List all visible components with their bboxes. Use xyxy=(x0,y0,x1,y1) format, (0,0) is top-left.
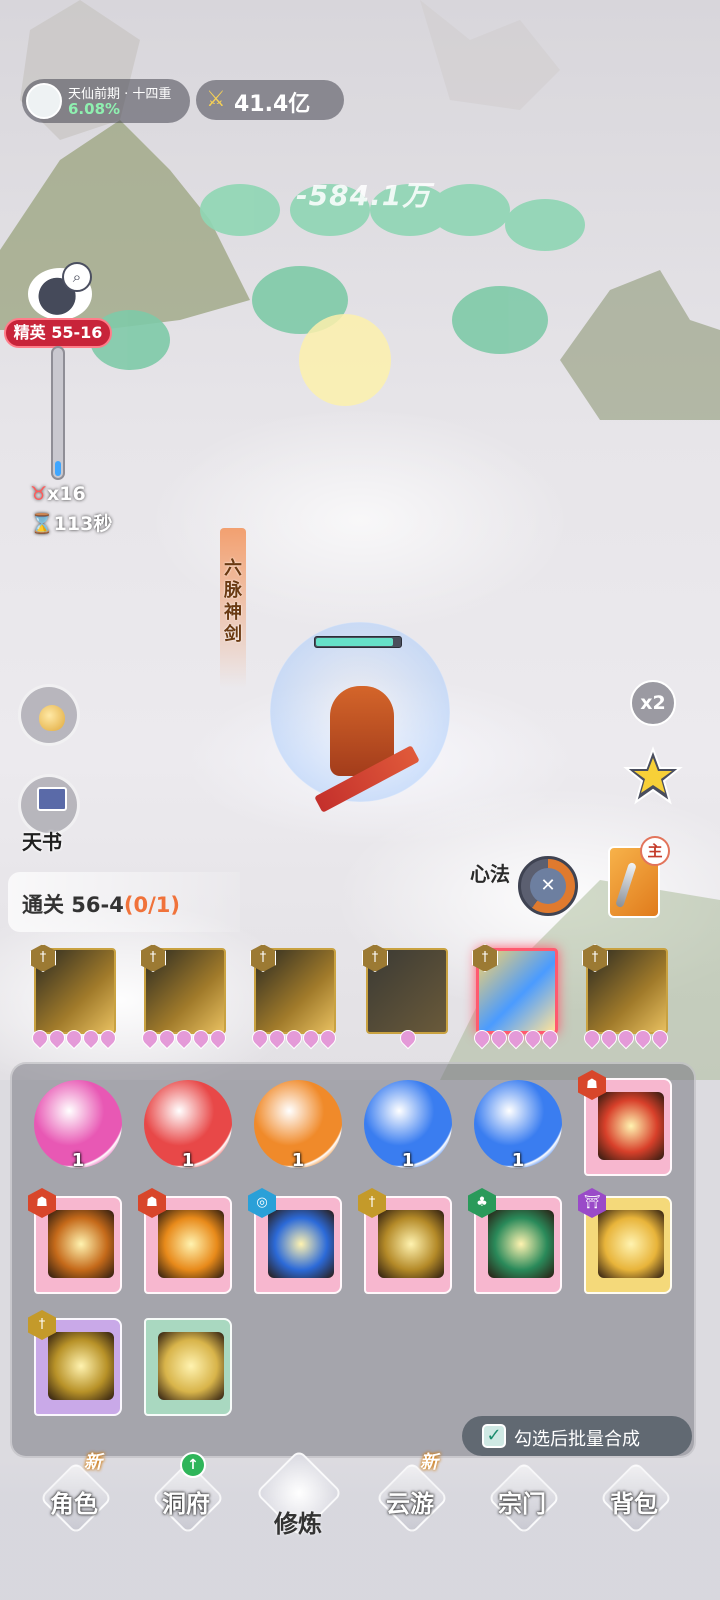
skill-banner-text: 六脉神剑 xyxy=(224,558,242,645)
skill-book-item[interactable]: † xyxy=(358,1188,452,1294)
skill-book-item[interactable] xyxy=(144,1318,232,1416)
damage-number: -584.1万 xyxy=(296,179,432,212)
crossed-swords-icon: ⚔ xyxy=(206,87,226,112)
skill-gems xyxy=(470,1026,562,1050)
new-badge: 新 xyxy=(84,1452,102,1473)
realm-percent: 6.08% xyxy=(68,100,121,118)
skill-book-art xyxy=(378,1210,444,1278)
stage-clear-label: 通关 56-4 xyxy=(22,893,124,917)
nav-item-3[interactable]: 云游 新 xyxy=(360,1452,460,1562)
skill-book-art xyxy=(268,1210,334,1278)
skill-book-item[interactable]: ☗ xyxy=(28,1188,122,1294)
batch-merge-toggle[interactable]: ✓ 勾选后批量合成 xyxy=(462,1416,692,1456)
skill-book-item[interactable]: ♣ xyxy=(468,1188,562,1294)
speed-toggle-button[interactable]: x2 xyxy=(630,680,676,726)
upgrade-arrow-icon: ↑ xyxy=(180,1452,206,1478)
orb-count: 1 xyxy=(401,1150,415,1171)
new-badge: 新 xyxy=(420,1452,438,1473)
orb-count: 1 xyxy=(71,1150,85,1171)
orb-count: 1 xyxy=(291,1150,305,1171)
combat-power[interactable]: ⚔ 41.4亿 xyxy=(196,80,344,120)
kill-count: x16 xyxy=(47,483,86,505)
skill-book-item[interactable]: ◎ xyxy=(248,1188,342,1294)
orb-count: 1 xyxy=(511,1150,525,1171)
combat-power-value: 41.4亿 xyxy=(234,92,311,117)
time-left: 113秒 xyxy=(53,513,113,535)
skill-book-art xyxy=(488,1210,554,1278)
hourglass-icon: ⌛ xyxy=(30,513,54,535)
nav-label: 洞府 xyxy=(162,1490,210,1518)
tianshu-label: 天书 xyxy=(22,830,62,854)
gem-icon xyxy=(96,1026,120,1050)
book-icon xyxy=(37,787,67,811)
skill-gems xyxy=(138,1026,230,1050)
kill-counter: ♉x16 xyxy=(30,483,86,505)
skill-book-item[interactable]: ☗ xyxy=(578,1070,672,1176)
nav-label: 背包 xyxy=(610,1490,658,1518)
hero-hp-fill xyxy=(316,638,393,646)
star-icon[interactable] xyxy=(622,746,684,808)
main-badge: 主 xyxy=(640,836,670,866)
nav-item-2[interactable]: 修炼 xyxy=(248,1449,348,1562)
equipped-skill-slot[interactable]: † xyxy=(248,944,340,1050)
skill-gems xyxy=(364,1026,452,1050)
skill-gems xyxy=(580,1026,672,1050)
nav-item-5[interactable]: 背包 xyxy=(584,1461,684,1562)
skill-book-item[interactable]: ☗ xyxy=(138,1188,232,1294)
xinfa-label: 心法 xyxy=(470,862,510,886)
nav-label: 宗门 xyxy=(498,1490,546,1518)
elite-stage-badge: 精英 55-16 xyxy=(4,318,112,348)
xinfa-button[interactable]: ✕ xyxy=(518,856,578,916)
gem-icon xyxy=(538,1026,562,1050)
treasure-bag-icon xyxy=(39,705,65,731)
bull-skull-icon: ♉ xyxy=(30,483,48,505)
nav-item-4[interactable]: 宗门 xyxy=(472,1461,572,1562)
gem-icon xyxy=(396,1026,420,1050)
nav-item-0[interactable]: 角色 新 xyxy=(24,1452,124,1562)
countdown: ⌛113秒 xyxy=(30,509,112,536)
equipped-skill-slot[interactable]: † xyxy=(580,944,672,1050)
stage-clear-progress: (0/1) xyxy=(123,893,180,917)
equipped-skill-slot[interactable]: † xyxy=(28,944,120,1050)
skill-book-item[interactable]: ⛩ xyxy=(578,1188,672,1294)
nav-item-1[interactable]: 洞府 ↑ xyxy=(136,1452,236,1562)
gem-icon xyxy=(206,1026,230,1050)
skill-book-art xyxy=(158,1210,224,1278)
wave-progress-bar xyxy=(51,346,65,480)
skill-book-art xyxy=(158,1332,224,1400)
hero-hp-bar xyxy=(314,636,402,648)
equipped-skill-slot[interactable]: † xyxy=(138,944,230,1050)
gem-icon xyxy=(316,1026,340,1050)
skill-book-item[interactable]: † xyxy=(28,1310,122,1416)
skill-book-art xyxy=(48,1210,114,1278)
skill-gems xyxy=(248,1026,340,1050)
dagger-icon xyxy=(615,861,637,909)
batch-merge-label: 勾选后批量合成 xyxy=(514,1429,640,1450)
skill-gems xyxy=(28,1026,120,1050)
gem-icon xyxy=(648,1026,672,1050)
nav-label: 云游 xyxy=(386,1490,434,1518)
stage-clear-text: 通关 56-4(0/1) xyxy=(22,889,180,919)
skill-book-art xyxy=(598,1210,664,1278)
equipped-skill-slot[interactable]: † xyxy=(360,944,452,1050)
nav-label: 角色 xyxy=(50,1490,98,1518)
orb-count: 1 xyxy=(181,1150,195,1171)
skill-book-art xyxy=(598,1092,664,1160)
batch-merge-checkbox[interactable]: ✓ xyxy=(482,1424,506,1448)
equipped-skill-slot[interactable]: † xyxy=(470,944,562,1050)
xinfa-icon: ✕ xyxy=(530,868,566,904)
nav-label: 修炼 xyxy=(274,1510,322,1538)
search-icon[interactable]: ⌕ xyxy=(62,262,92,292)
cultivator-avatar-icon xyxy=(26,83,62,119)
skill-book-art xyxy=(48,1332,114,1400)
wave-progress-fill xyxy=(55,461,61,476)
realm-status[interactable]: 天仙前期 · 十四重 6.08% xyxy=(22,79,190,123)
treasure-bag-button[interactable] xyxy=(18,684,80,746)
